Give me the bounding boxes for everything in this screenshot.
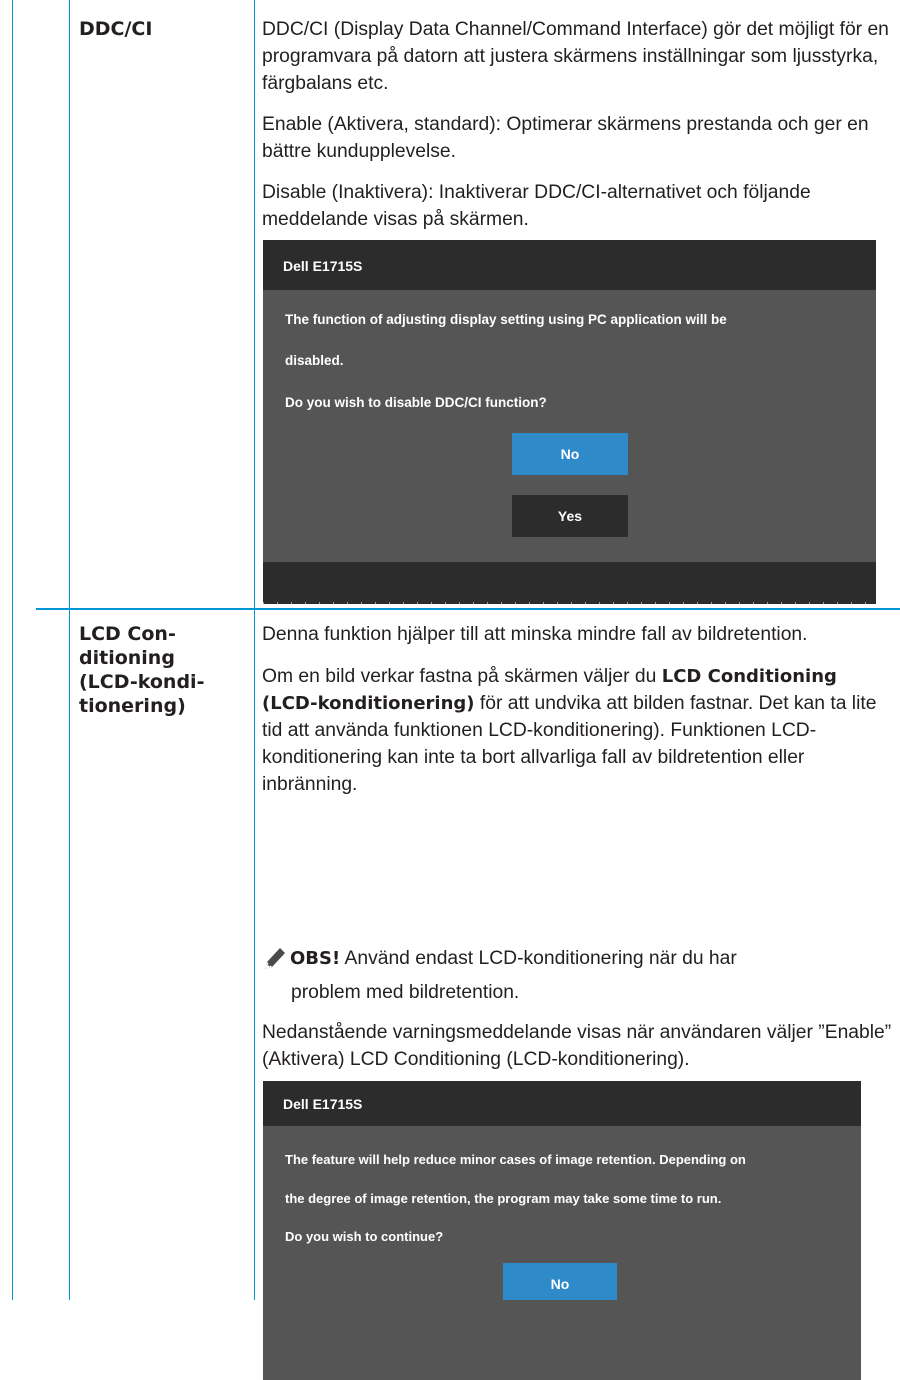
term-line: (LCD-kondi-	[79, 671, 205, 693]
setting-term-lcd-conditioning: LCD Con- ditioning (LCD-kondi- tionering…	[79, 622, 204, 718]
yes-button[interactable]: Yes	[512, 495, 628, 537]
lcd-intro-text: Denna funktion hjälper till att minska m…	[262, 624, 808, 645]
ddcci-enable-text: Enable (Aktivera, standard): Optimerar s…	[262, 114, 869, 162]
ddcci-description: DDC/CI (Display Data Channel/Command Int…	[262, 19, 889, 94]
table-row-divider	[36, 608, 900, 610]
table-column-divider	[69, 0, 70, 1300]
term-line: ditioning	[79, 647, 175, 669]
note-text: OBS! Använd endast LCD-konditionering nä…	[290, 945, 890, 973]
table-column-divider	[254, 0, 255, 1300]
dialog-title: Dell E1715S	[283, 1096, 363, 1112]
dialog-titlebar: Dell E1715S	[263, 1081, 861, 1126]
dialog-dashed-edge	[263, 602, 876, 604]
dialog-message-line: disabled.	[285, 353, 344, 368]
table-border-left	[12, 0, 13, 1300]
lcd-conditioning-dialog-continued	[263, 1300, 861, 1380]
no-button[interactable]: No	[503, 1263, 617, 1300]
dialog-question: Do you wish to continue?	[285, 1229, 444, 1244]
dialog-message-line: the degree of image retention, the progr…	[285, 1191, 722, 1206]
ddcci-disable-dialog: Dell E1715S The function of adjusting di…	[263, 240, 876, 604]
term-line: LCD Con-	[79, 623, 176, 645]
pencil-note-icon	[262, 945, 288, 971]
lcd-conditioning-dialog: Dell E1715S The feature will help reduce…	[263, 1081, 861, 1300]
note-body: Använd endast LCD-konditionering när du …	[340, 948, 737, 969]
term-line: tionering)	[79, 695, 186, 717]
note-label: OBS!	[290, 948, 341, 969]
dialog-footer-bar	[263, 562, 876, 604]
dialog-title: Dell E1715S	[283, 258, 363, 274]
dialog-message-line: The feature will help reduce minor cases…	[285, 1152, 746, 1167]
dialog-question: Do you wish to disable DDC/CI function?	[285, 395, 547, 410]
no-button[interactable]: No	[512, 433, 628, 475]
dialog-titlebar: Dell E1715S	[263, 240, 876, 290]
lcd-instruction-text: Om en bild verkar fastna på skärmen välj…	[262, 663, 898, 798]
setting-term-ddcci: DDC/CI	[79, 18, 153, 40]
dialog-message-line: The function of adjusting display settin…	[285, 312, 727, 327]
lcd-instruction-prefix: Om en bild verkar fastna på skärmen välj…	[262, 666, 662, 687]
lcd-warning-intro-text: Nedanstående varningsmeddelande visas nä…	[262, 1022, 892, 1070]
ddcci-disable-text: Disable (Inaktivera): Inaktiverar DDC/CI…	[262, 182, 811, 230]
note-text-continued: problem med bildretention.	[291, 982, 520, 1003]
